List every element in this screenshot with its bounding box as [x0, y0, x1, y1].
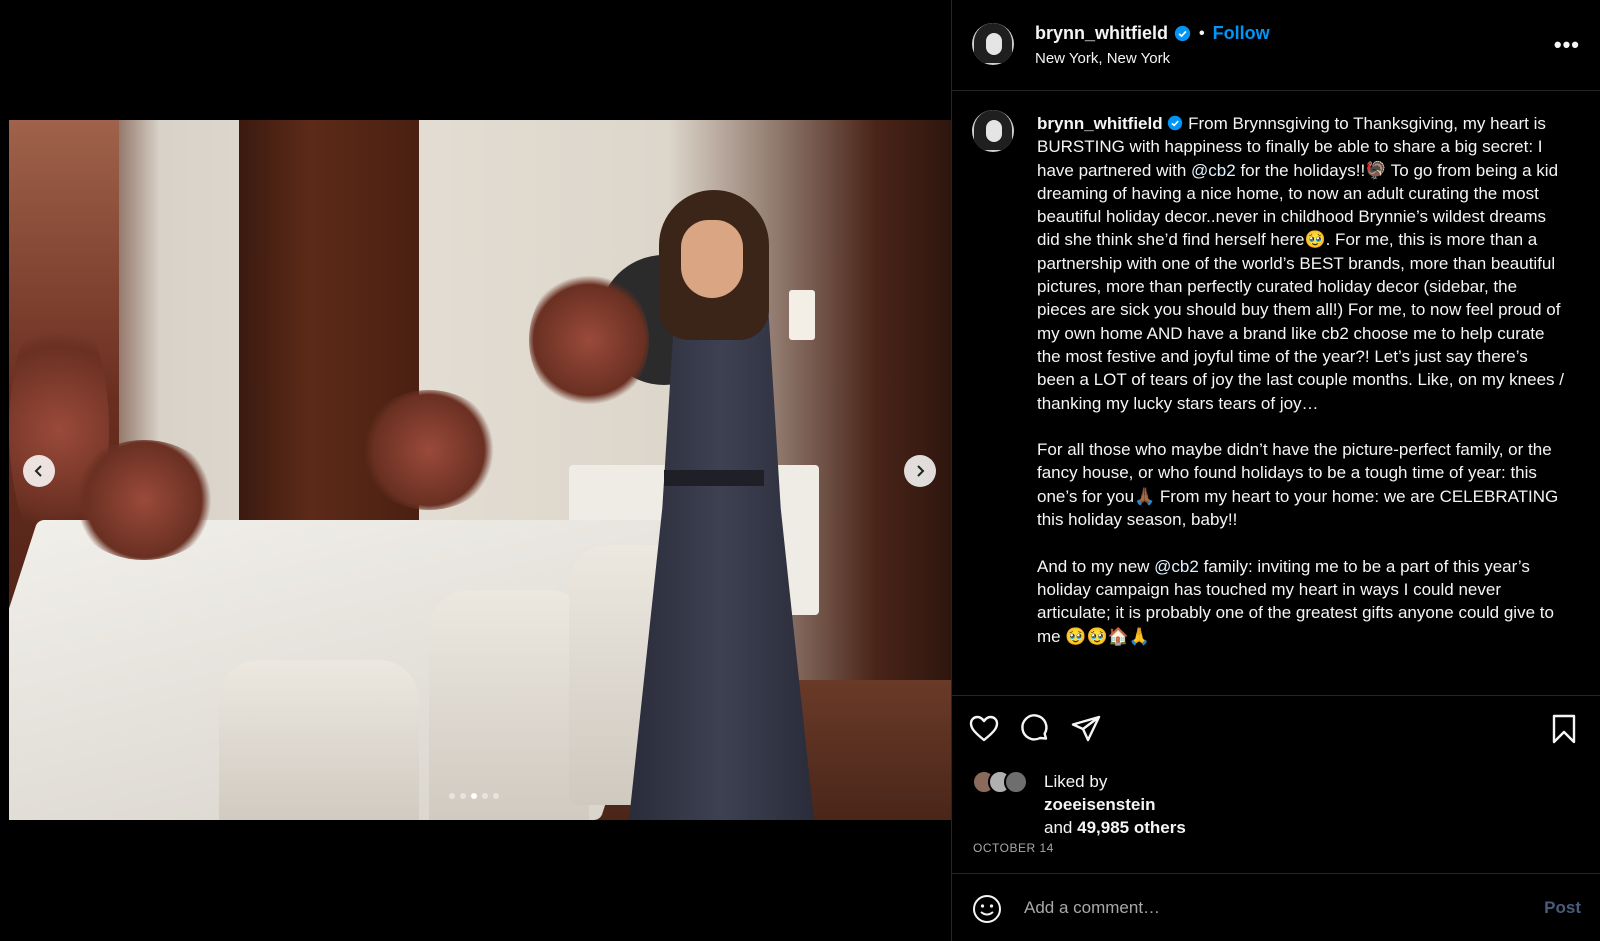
mention-link[interactable]: @cb2 — [1154, 557, 1199, 576]
verified-badge-icon — [1168, 115, 1183, 131]
emoji-button[interactable] — [972, 894, 1002, 924]
caption-text: brynn_whitfield From Brynnsgiving to Tha… — [1037, 112, 1567, 648]
comment-button[interactable] — [1019, 713, 1053, 747]
follow-button[interactable]: Follow — [1213, 23, 1270, 44]
verified-badge-icon — [1174, 25, 1191, 42]
header-user-row: brynn_whitfield • Follow — [1035, 23, 1270, 44]
username-link[interactable]: brynn_whitfield — [1035, 23, 1168, 44]
post-header: brynn_whitfield • Follow New York, New Y… — [952, 0, 1600, 91]
caption-part: for the holidays!!🦃 To go from being a k… — [1037, 160, 1564, 576]
mention-link[interactable]: @cb2 — [1191, 161, 1236, 180]
post-photo[interactable] — [9, 120, 951, 820]
send-icon — [1071, 715, 1101, 742]
chevron-right-icon — [917, 465, 925, 477]
chevron-left-icon — [34, 465, 42, 477]
share-button[interactable] — [1070, 713, 1104, 747]
avatar[interactable] — [972, 23, 1014, 65]
heart-icon — [969, 715, 999, 742]
like-button[interactable] — [968, 713, 1002, 747]
carousel-dot — [482, 793, 488, 799]
separator-dot: • — [1199, 24, 1205, 42]
and-label: and — [1044, 818, 1073, 837]
photo-chair — [219, 660, 419, 820]
location-link[interactable]: New York, New York — [1035, 50, 1170, 67]
carousel-dot — [493, 793, 499, 799]
more-options-button[interactable]: ••• — [1554, 32, 1580, 58]
comment-bar: Post — [952, 873, 1600, 941]
comment-icon — [1021, 714, 1048, 741]
save-button[interactable] — [1548, 713, 1582, 747]
emoji-icon — [973, 895, 1001, 923]
photo-centerpiece — [359, 390, 499, 510]
photo-person — [619, 190, 829, 820]
post-date[interactable]: OCTOBER 14 — [973, 841, 1054, 855]
photo-centerpiece — [69, 440, 219, 560]
liker-avatars[interactable] — [972, 770, 1028, 794]
avatar — [1004, 770, 1028, 794]
carousel-prev-button[interactable] — [23, 455, 55, 487]
others-link[interactable]: 49,985 others — [1077, 818, 1186, 837]
carousel-dot — [460, 793, 466, 799]
photo-chair — [429, 590, 589, 820]
post-comment-button[interactable]: Post — [1544, 898, 1581, 918]
post-panel: brynn_whitfield • Follow New York, New Y… — [951, 0, 1600, 941]
avatar[interactable] — [972, 110, 1014, 152]
liked-by-text: Liked by zoeeisenstein and 49,985 others — [1044, 770, 1186, 839]
carousel-dot-active — [471, 793, 477, 799]
liked-by-user-link[interactable]: zoeeisenstein — [1044, 795, 1156, 814]
comment-input[interactable] — [1024, 892, 1504, 924]
liked-by-label: Liked by — [1044, 772, 1108, 791]
media-area — [0, 0, 951, 941]
bookmark-icon — [1552, 714, 1576, 744]
caption-username[interactable]: brynn_whitfield — [1037, 114, 1163, 133]
carousel-next-button[interactable] — [904, 455, 936, 487]
action-bar — [952, 713, 1600, 753]
carousel-dots — [449, 793, 499, 799]
carousel-dot — [449, 793, 455, 799]
caption-area: brynn_whitfield From Brynnsgiving to Tha… — [952, 92, 1600, 696]
